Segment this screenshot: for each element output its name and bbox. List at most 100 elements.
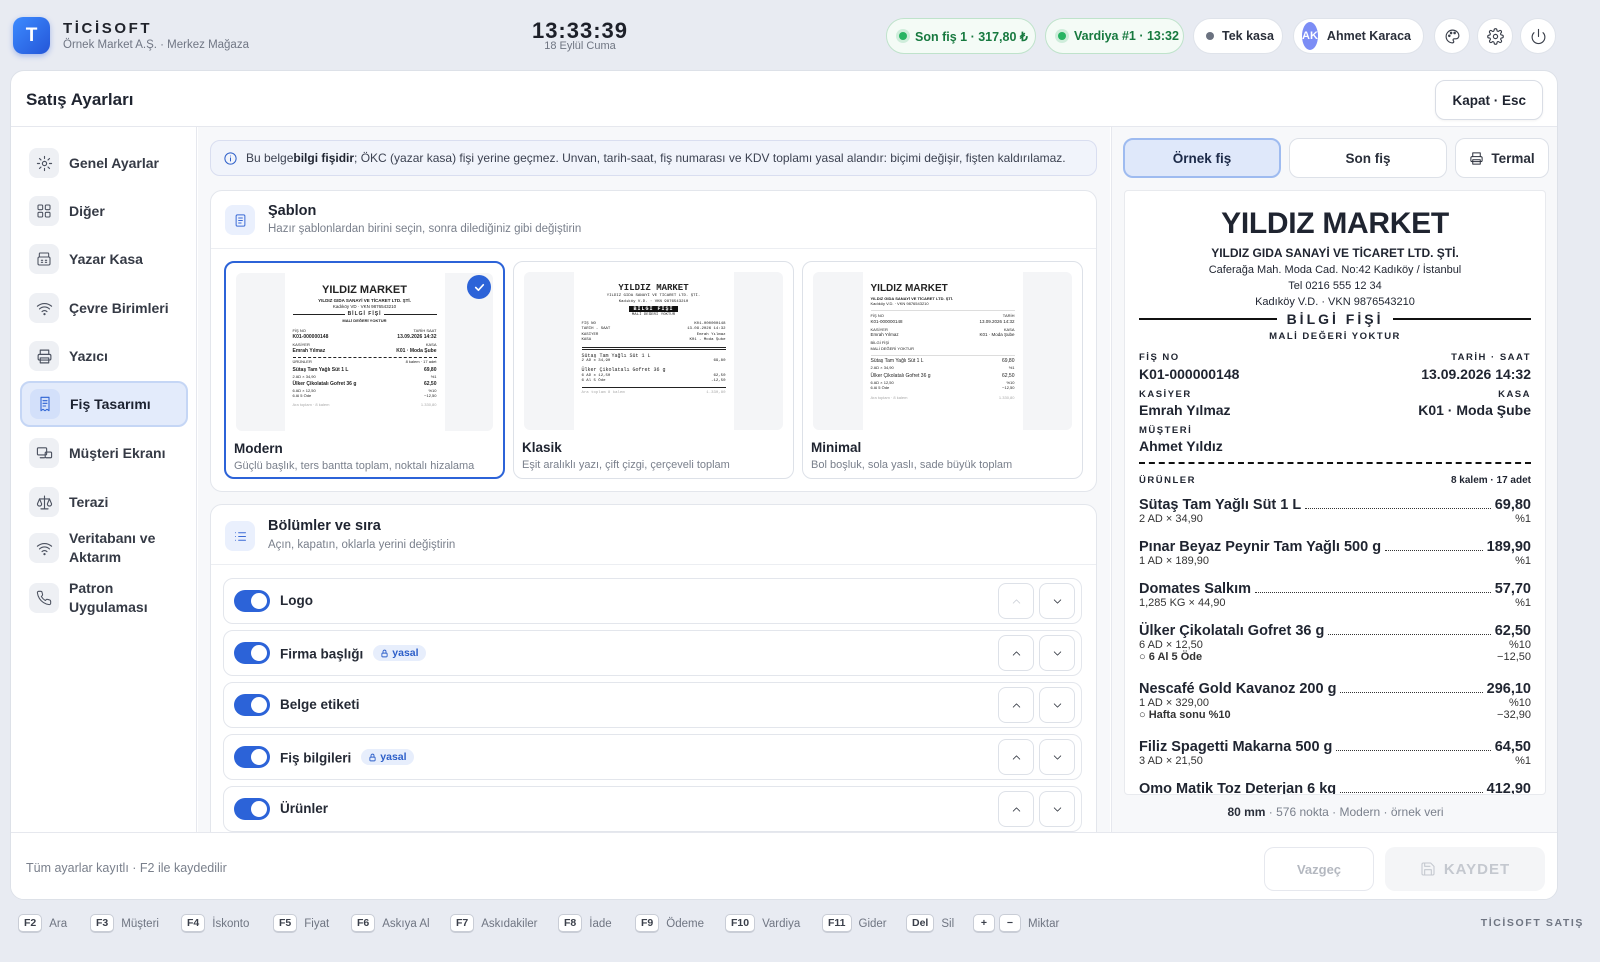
receipt-item: Ülker Çikolatalı Gofret 36 g 62,50 6 AD ×… [1139, 623, 1531, 663]
shortcut-f3[interactable]: F3 Müşteri [90, 914, 159, 933]
thumb-text: Sütaş Tam Yağlı Süt 1 L [581, 352, 651, 359]
sidebar-item-label: Patron Uygulaması [69, 580, 148, 615]
section-toggle[interactable] [234, 642, 270, 664]
date: 18 Eylül Cuma [544, 40, 616, 52]
shift-pill[interactable]: Vardiya #1 · 13:32 [1045, 18, 1184, 54]
tab-sample-receipt[interactable]: Örnek fiş [1123, 138, 1281, 178]
move-down-button[interactable] [1039, 635, 1075, 671]
grid-icon [29, 196, 59, 226]
info-text: Bu belge [246, 151, 294, 165]
shortcut-f5[interactable]: F5 Fiyat [273, 914, 329, 933]
template-minimal[interactable]: YILDIZ MARKET YILDIZ GIDA SANAYİ VE TİCA… [802, 261, 1083, 479]
sidebar-item-label: Genel Ayarlar [69, 154, 160, 171]
item-vat: %1 [1515, 555, 1531, 567]
shortcut-f2[interactable]: F2 Ara [18, 914, 67, 933]
move-up-button[interactable] [998, 687, 1034, 723]
section-toggle[interactable] [234, 694, 270, 716]
sidebar-item-label: Veritabanı ve Aktarım [69, 530, 156, 565]
shortcut-f11[interactable]: F11 Gider [822, 914, 887, 933]
shortcut-f9[interactable]: F9 Ödeme [635, 914, 704, 933]
move-up-button[interactable] [998, 635, 1034, 671]
move-up-button[interactable] [998, 739, 1034, 775]
move-up-button[interactable] [998, 791, 1034, 827]
products-header: ÜRÜNLER 8 kalem · 17 adet [1139, 475, 1531, 486]
settings-button[interactable] [1477, 18, 1513, 54]
thumb-text: Ülker Çikolatalı Gofret 36 g [581, 366, 666, 373]
chevron-up-icon [1012, 598, 1020, 604]
close-button[interactable]: Kapat · Esc [1435, 80, 1543, 120]
shortcut-plus[interactable]: + [973, 914, 1002, 933]
floppy-icon [1421, 862, 1435, 876]
card-title: Bölümler ve sıra [268, 518, 381, 534]
tab-last-receipt[interactable]: Son fiş [1289, 138, 1447, 178]
sidebar-item-cash-register[interactable]: Yazar Kasa [21, 237, 187, 281]
shortcut-f8[interactable]: F8 İade [558, 914, 612, 933]
section-toggle[interactable] [234, 798, 270, 820]
display-icon [29, 438, 59, 468]
shortcut-f4[interactable]: F4 İskonto [181, 914, 249, 933]
sidebar-item-database[interactable]: Veritabanı ve Aktarım [21, 525, 187, 571]
info-text-bold: bilgi fişidir [293, 151, 355, 165]
section-label: Belge etiketi [280, 697, 360, 712]
sidebar-item-other[interactable]: Diğer [21, 189, 187, 233]
sidebar-item-owner-app[interactable]: Patron Uygulaması [21, 575, 187, 621]
chevron-up-icon [1012, 650, 1020, 656]
thumb-text: Ülker Çikolatalı Gofret 36 g [870, 373, 931, 380]
thermal-button[interactable]: Termal [1455, 138, 1549, 178]
theme-button[interactable] [1434, 18, 1470, 54]
sidebar-item-peripherals[interactable]: Çevre Birimleri [21, 286, 187, 330]
shortcut-del[interactable]: Del Sil [906, 914, 954, 933]
thumb-text: Ara toplam · 8 kalem [870, 394, 908, 400]
shortcut-f7[interactable]: F7 Askıdakiler [450, 914, 538, 933]
sidebar-item-printer[interactable]: Yazıcı [21, 334, 187, 378]
item-qty: 2 AD × 34,90 [1139, 513, 1203, 525]
thumb-text: K01 - Moda Şube [689, 338, 726, 343]
status-dot [1206, 32, 1214, 40]
thumb-text: 13.09.2026 14:32 [397, 333, 437, 340]
thumb-text: Sütaş Tam Yağlı Süt 1 L [870, 357, 924, 364]
move-down-button[interactable] [1039, 583, 1075, 619]
move-down-button[interactable] [1039, 687, 1075, 723]
move-down-button[interactable] [1039, 791, 1075, 827]
sidebar-item-customer-display[interactable]: Müşteri Ekranı [21, 431, 187, 475]
section-toggle[interactable] [234, 590, 270, 612]
template-modern[interactable]: YILDIZ MARKET YILDIZ GIDA SANAYİ VE TİCA… [224, 261, 505, 479]
template-desc: Güçlü başlık, ters bantta toplam, noktal… [234, 460, 475, 472]
key-cap: Del [906, 914, 935, 933]
section-toggle[interactable] [234, 746, 270, 768]
sidebar-item-scale[interactable]: Terazi [21, 480, 187, 524]
sidebar-item-label: Diğer [69, 202, 105, 219]
thumb-text: Ara toplam [581, 391, 606, 396]
chevron-down-icon [1053, 702, 1061, 708]
cancel-button[interactable]: Vazgeç [1264, 847, 1374, 891]
receipt-store-name: YILDIZ MARKET [1221, 207, 1449, 240]
move-up-button[interactable] [998, 583, 1034, 619]
thumb-text: 13.09.2026 14:32 [979, 318, 1015, 324]
move-down-button[interactable] [1039, 739, 1075, 775]
thumb-text: MALİ DEĞERİ YOKTUR [631, 312, 676, 317]
section-label: Firma başlığı [280, 646, 364, 662]
shortcut-label: İade [589, 917, 612, 930]
page-title: Satış Ayarları [26, 90, 134, 109]
preview-meta: · 576 nokta · Modern · örnek veri [1265, 805, 1444, 819]
sidebar-item-general[interactable]: Genel Ayarlar [21, 141, 187, 185]
save-button[interactable]: KAYDET [1385, 847, 1545, 891]
last-receipt-pill[interactable]: Son fiş 1 · 317,80 ₺ [886, 18, 1036, 54]
chevron-down-icon [1053, 754, 1061, 760]
shortcut-f6[interactable]: F6 Askıya Al [351, 914, 430, 933]
sidebar-item-receipt-design[interactable]: Fiş Tasarımı [20, 381, 188, 427]
shortcut-minus[interactable]: − Miktar [999, 914, 1059, 933]
register-pill[interactable]: Tek kasa [1193, 18, 1283, 54]
section-label-wrap: Firma başlığı yasal [280, 645, 426, 662]
power-button[interactable] [1520, 18, 1556, 54]
key-cap: F8 [558, 914, 583, 933]
user-pill[interactable]: AK Ahmet Karaca [1293, 18, 1424, 54]
thumb-text: %1 [1008, 364, 1015, 370]
template-classic[interactable]: YILDIZ MARKET YILDIZ GIDA SANAYİ VE TİCA… [513, 261, 794, 479]
shift-label: Vardiya #1 · 13:32 [1074, 29, 1179, 43]
sidebar: Genel Ayarlar Diğer Yazar Kasa Çevre Bir… [11, 127, 197, 832]
shortcut-f10[interactable]: F10 Vardiya [725, 914, 800, 933]
key-cap: F5 [273, 914, 298, 933]
lock-icon [381, 649, 388, 657]
divider [1139, 462, 1531, 464]
